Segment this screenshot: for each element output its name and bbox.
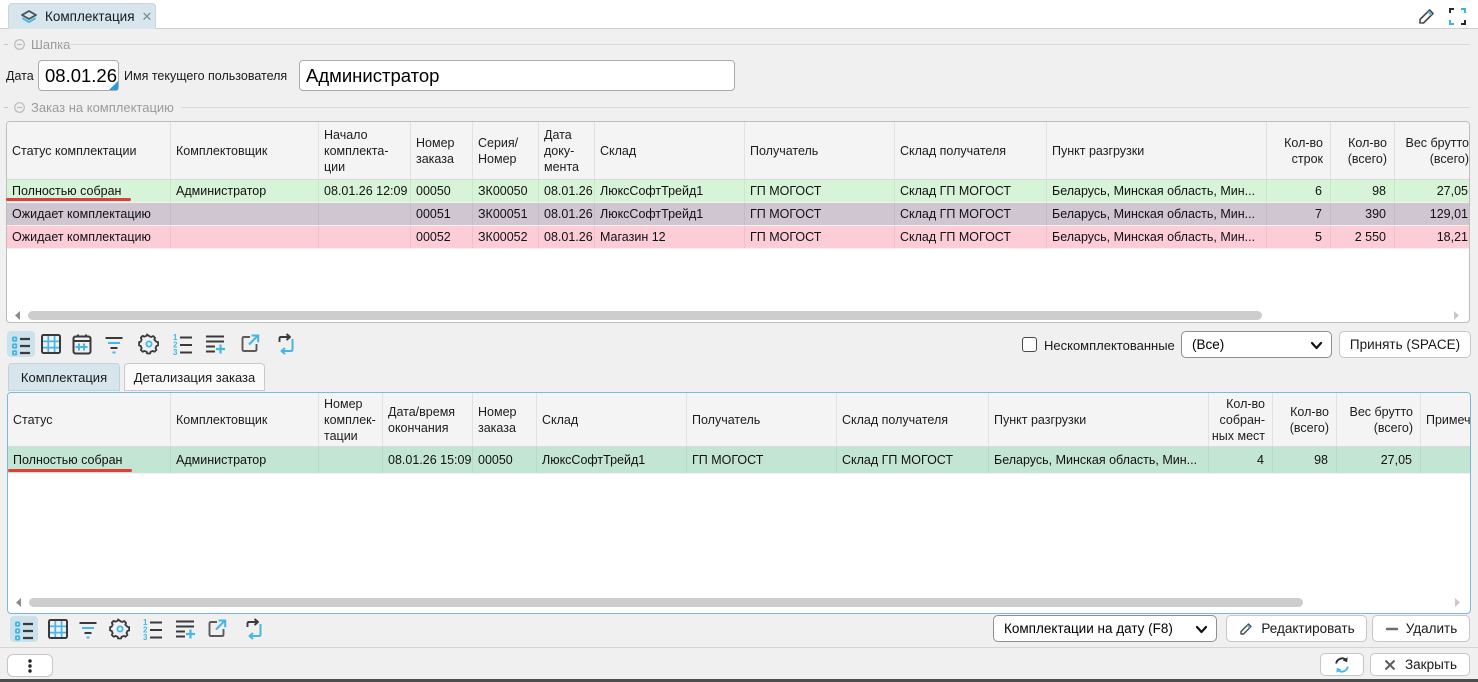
svg-text:3: 3 <box>173 348 178 356</box>
svg-text:3: 3 <box>143 633 148 641</box>
